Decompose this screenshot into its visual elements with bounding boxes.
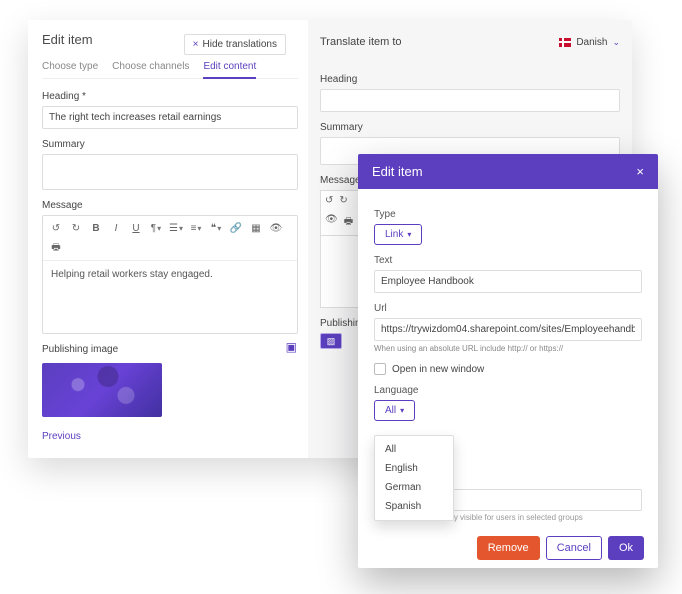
tab-edit-content[interactable]: Edit content — [203, 61, 256, 79]
edit-left-column: Edit item Choose type Choose channels Ed… — [28, 20, 308, 458]
chevron-down-icon: ▾ — [407, 230, 411, 239]
flag-dk-icon — [559, 38, 571, 47]
url-label: Url — [374, 303, 642, 314]
quote-icon[interactable]: ❝ — [209, 221, 223, 235]
modal-body: Type Link ▾ Text Url When using an absol… — [358, 189, 658, 526]
publishing-image-label: Publishing image — [42, 344, 118, 355]
type-value: Link — [385, 229, 403, 240]
summary-textarea[interactable] — [42, 154, 298, 190]
publishing-image-preview[interactable] — [42, 363, 162, 417]
t-undo-icon[interactable]: ↺ — [325, 195, 333, 206]
ok-button[interactable]: Ok — [608, 536, 644, 560]
publishing-image-action-icon[interactable]: ▣ — [285, 339, 298, 355]
language-name: Danish — [576, 37, 607, 48]
language-value: All — [385, 405, 396, 416]
remove-button[interactable]: Remove — [477, 536, 540, 560]
image-icon[interactable]: ▦ — [249, 221, 263, 235]
checkbox-icon — [374, 363, 386, 375]
underline-icon[interactable]: U — [129, 221, 143, 235]
hide-translations-button[interactable]: × Hide translations — [184, 34, 286, 55]
bold-icon[interactable]: B — [89, 221, 103, 235]
previous-link[interactable]: Previous — [42, 431, 81, 442]
t-image-placeholder-icon[interactable]: ▨ — [320, 333, 342, 349]
cancel-button[interactable]: Cancel — [546, 536, 602, 560]
language-dropdown-menu: All English German Spanish — [374, 435, 454, 521]
message-editor: ↺ ↻ B I U ¶ ☰ ≡ ❝ 🔗 ▦ 👁 🖶 Helping retail… — [42, 215, 298, 334]
heading-input[interactable] — [42, 106, 298, 129]
t-eye-icon[interactable]: 👁 — [325, 214, 338, 231]
editor-body[interactable]: Helping retail workers stay engaged. — [43, 261, 297, 333]
language-option-english[interactable]: English — [375, 459, 453, 478]
t-redo-icon[interactable]: ↻ — [339, 195, 347, 206]
tab-bar: Choose type Choose channels Edit content — [42, 61, 298, 79]
language-dropdown-button[interactable]: All ▾ — [374, 400, 415, 421]
modal-title: Edit item — [372, 164, 423, 179]
tab-choose-channels[interactable]: Choose channels — [112, 61, 189, 72]
chevron-down-icon: ▾ — [400, 406, 404, 415]
t-print-icon[interactable]: 🖶 — [344, 214, 353, 231]
t-summary-label: Summary — [320, 122, 620, 133]
text-label: Text — [374, 255, 642, 266]
tab-choose-type[interactable]: Choose type — [42, 61, 98, 72]
modal-close-icon[interactable]: × — [636, 164, 644, 179]
chevron-down-icon: ⌄ — [612, 37, 620, 48]
t-heading-input[interactable] — [320, 89, 620, 112]
language-selector[interactable]: Danish ⌄ — [559, 37, 620, 48]
url-hint: When using an absolute URL include http:… — [374, 344, 642, 353]
language-option-spanish[interactable]: Spanish — [375, 497, 453, 516]
x-icon: × — [193, 39, 199, 50]
summary-label: Summary — [42, 139, 298, 150]
bullet-list-icon[interactable]: ☰ — [169, 221, 183, 235]
type-label: Type — [374, 209, 642, 220]
text-input[interactable] — [374, 270, 642, 293]
t-heading-label: Heading — [320, 74, 620, 85]
number-list-icon[interactable]: ≡ — [189, 221, 203, 235]
redo-icon[interactable]: ↻ — [69, 221, 83, 235]
modal-footer: Remove Cancel Ok — [358, 526, 658, 568]
open-new-window-checkbox[interactable]: Open in new window — [374, 363, 642, 375]
language-label: Language — [374, 385, 642, 396]
hide-translations-label: Hide translations — [203, 39, 277, 50]
language-option-german[interactable]: German — [375, 478, 453, 497]
eye-icon[interactable]: 👁 — [269, 221, 283, 235]
language-option-all[interactable]: All — [375, 440, 453, 459]
paragraph-icon[interactable]: ¶ — [149, 221, 163, 235]
type-dropdown-button[interactable]: Link ▾ — [374, 224, 422, 245]
undo-icon[interactable]: ↺ — [49, 221, 63, 235]
heading-label: Heading — [42, 91, 298, 102]
message-label: Message — [42, 200, 298, 211]
editor-toolbar: ↺ ↻ B I U ¶ ☰ ≡ ❝ 🔗 ▦ 👁 🖶 — [43, 216, 297, 261]
italic-icon[interactable]: I — [109, 221, 123, 235]
link-icon[interactable]: 🔗 — [229, 221, 243, 235]
open-new-window-label: Open in new window — [392, 364, 484, 375]
url-input[interactable] — [374, 318, 642, 341]
print-icon[interactable]: 🖶 — [49, 241, 63, 255]
translate-title: Translate item to — [320, 36, 402, 48]
edit-item-modal: Edit item × Type Link ▾ Text Url When us… — [358, 154, 658, 568]
modal-header: Edit item × — [358, 154, 658, 189]
